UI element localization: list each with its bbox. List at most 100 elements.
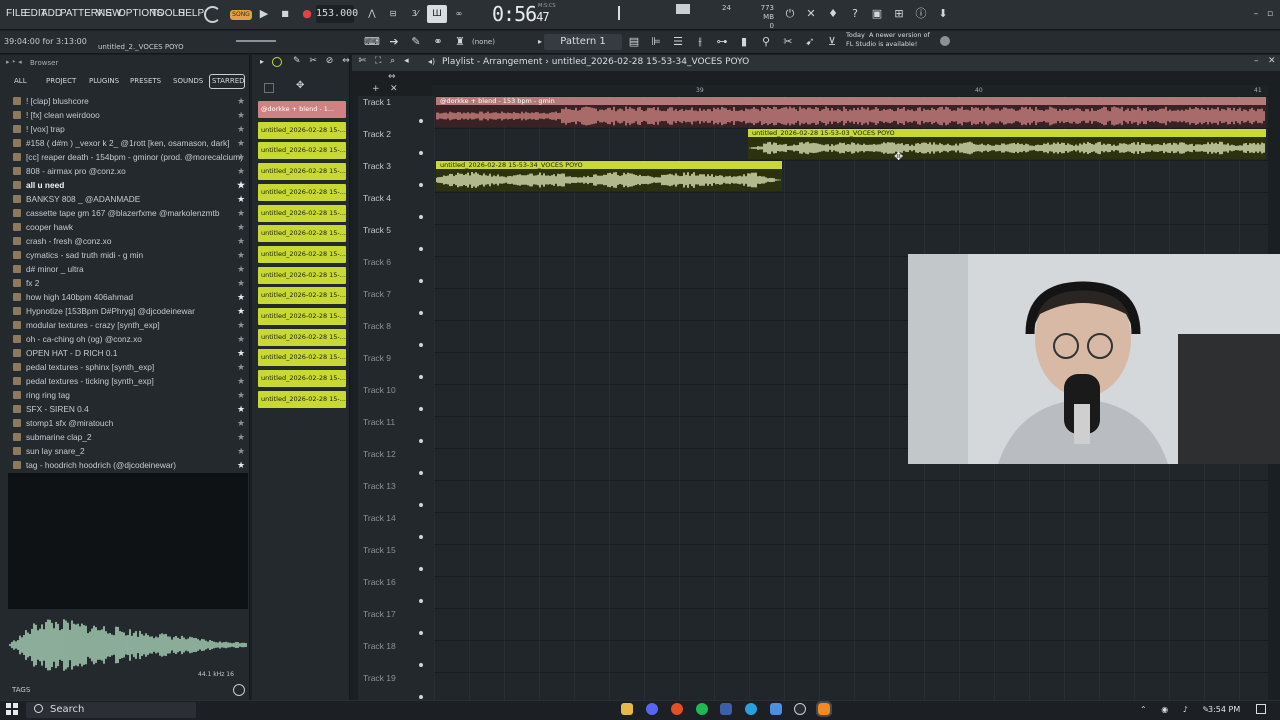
track-name[interactable]: Track 16 bbox=[363, 577, 396, 587]
track-mute-dot[interactable] bbox=[419, 183, 423, 187]
browser-item[interactable]: oh - ca-ching oh (og) @conz.xo ★ bbox=[0, 332, 250, 346]
track-mute-dot[interactable] bbox=[419, 695, 423, 699]
tab-plugins[interactable]: PLUGINS bbox=[89, 77, 119, 85]
master-volume-slider[interactable] bbox=[236, 40, 276, 42]
star-icon[interactable]: ★ bbox=[237, 444, 245, 458]
star-icon[interactable]: ★ bbox=[237, 108, 245, 122]
track-name[interactable]: Track 14 bbox=[363, 513, 396, 523]
star-icon[interactable]: ★ bbox=[237, 122, 245, 136]
picker-clip[interactable]: untitled_2026-02-28 15-... bbox=[258, 163, 346, 181]
tempo-display[interactable]: 153.000 bbox=[316, 5, 358, 23]
star-icon[interactable]: ★ bbox=[237, 388, 245, 402]
track-mute-dot[interactable] bbox=[419, 311, 423, 315]
browser-item[interactable]: all u need ★ bbox=[0, 178, 250, 192]
track-name[interactable]: Track 10 bbox=[363, 385, 396, 395]
link-icon[interactable]: ⚭ bbox=[428, 33, 448, 51]
browser-item[interactable]: tag - hoodrich hoodrich (@djcodeinewar) ★ bbox=[0, 458, 250, 472]
track-name[interactable]: Track 9 bbox=[363, 353, 391, 363]
track-mute-dot[interactable] bbox=[419, 343, 423, 347]
audio-clip-track1[interactable]: @dorkke + blend - 153 bpm - gmin bbox=[436, 97, 1266, 127]
playlist-play-icon[interactable]: ◂) bbox=[428, 57, 435, 66]
star-icon[interactable]: ★ bbox=[237, 220, 245, 234]
browser-item[interactable]: SFX - SIREN 0.4 ★ bbox=[0, 402, 250, 416]
plugin-picker-icon[interactable]: ⚲ bbox=[756, 33, 776, 51]
help-icon[interactable]: ? bbox=[845, 5, 865, 23]
track-mute-dot[interactable] bbox=[419, 567, 423, 571]
track-name[interactable]: Track 15 bbox=[363, 545, 396, 555]
picker-clip[interactable]: untitled_2026-02-28 15-... bbox=[258, 287, 346, 305]
record-button[interactable]: ● bbox=[297, 5, 317, 23]
track-mute-dot[interactable] bbox=[419, 247, 423, 251]
download-icon[interactable]: ⬇ bbox=[933, 5, 953, 23]
picker-clip[interactable]: untitled_2026-02-28 15-... bbox=[258, 225, 346, 243]
browser-item[interactable]: pedal textures - sphinx [synth_exp] ★ bbox=[0, 360, 250, 374]
browser-item[interactable]: ! [fx] clean weirdooo ★ bbox=[0, 108, 250, 122]
nudge-icon[interactable]: ➹ bbox=[800, 33, 820, 51]
browser-item[interactable]: [cc] reaper death - 154bpm - gminor (pro… bbox=[0, 150, 250, 164]
maximize-icon[interactable]: ▫ bbox=[1260, 5, 1280, 23]
playlist-close-icon[interactable]: ✕ bbox=[1268, 56, 1276, 66]
picker-clip[interactable]: untitled_2026-02-28 15-... bbox=[258, 349, 346, 367]
track-name[interactable]: Track 4 bbox=[363, 193, 391, 203]
playlist-minimize-icon[interactable]: – bbox=[1254, 56, 1259, 66]
browser-item[interactable]: sun lay snare_2 ★ bbox=[0, 444, 250, 458]
windows-start-icon[interactable] bbox=[6, 703, 18, 715]
tab-all[interactable]: ALL bbox=[14, 77, 27, 85]
star-icon[interactable]: ★ bbox=[237, 94, 245, 108]
star-icon[interactable]: ★ bbox=[237, 318, 245, 332]
audio-clip-track2[interactable]: untitled_2026-02-28 15-53-03_VOCES POYO bbox=[748, 129, 1266, 159]
playlist-tools[interactable]: ✎ ✂ ⊘ ⇔ ✄ ⛶ ⌕ ◂ bbox=[293, 56, 412, 66]
track-mute-dot[interactable] bbox=[419, 439, 423, 443]
plugin-icon[interactable]: ⊞ bbox=[889, 5, 909, 23]
star-icon[interactable]: ★ bbox=[237, 262, 245, 276]
tab-presets[interactable]: PRESETS bbox=[130, 77, 161, 85]
track-mute-dot[interactable] bbox=[419, 631, 423, 635]
step-edit-icon[interactable]: Ш bbox=[427, 5, 447, 23]
browser-item[interactable]: 808 - airmax pro @conz.xo ★ bbox=[0, 164, 250, 178]
star-icon[interactable]: ★ bbox=[237, 402, 245, 416]
track-mute-dot[interactable] bbox=[419, 599, 423, 603]
browser-item[interactable]: d# minor _ ultra ★ bbox=[0, 262, 250, 276]
star-icon[interactable]: ★ bbox=[237, 458, 245, 472]
browser-item[interactable]: stomp1 sfx @miratouch ★ bbox=[0, 416, 250, 430]
browser-item[interactable]: ! [vox] trap ★ bbox=[0, 122, 250, 136]
browser-item[interactable]: #158 ( d#m ) _vexor k 2_ @1rott [ken, os… bbox=[0, 136, 250, 150]
add-track-icon[interactable]: + bbox=[372, 84, 380, 94]
waveform-preview[interactable] bbox=[8, 610, 248, 680]
track-name[interactable]: Track 19 bbox=[363, 673, 396, 683]
spotify-icon[interactable] bbox=[696, 703, 708, 715]
track-name[interactable]: Track 3 bbox=[363, 161, 391, 171]
track-name[interactable]: Track 7 bbox=[363, 289, 391, 299]
file-explorer-icon[interactable] bbox=[621, 703, 633, 715]
track-mute-dot[interactable] bbox=[419, 215, 423, 219]
browser-nav-icon[interactable]: ▸ ‣ ◂ bbox=[6, 58, 22, 66]
star-icon[interactable]: ★ bbox=[237, 234, 245, 248]
browser-item[interactable]: Hypnotize [153Bpm D#Phryg] @djcodeinewar… bbox=[0, 304, 250, 318]
star-icon[interactable]: ★ bbox=[237, 164, 245, 178]
discord-icon[interactable] bbox=[646, 703, 658, 715]
wait-input-icon[interactable]: ⊟ bbox=[383, 5, 403, 23]
browser-item[interactable]: cassette tape gm 167 @blazerfxme @markol… bbox=[0, 206, 250, 220]
scroll-horiz-icon[interactable]: ⇔ bbox=[388, 72, 396, 82]
track-mute-dot[interactable] bbox=[419, 471, 423, 475]
menu-add[interactable]: ADD bbox=[41, 8, 62, 19]
star-icon[interactable]: ★ bbox=[237, 136, 245, 150]
browser-item[interactable]: how high 140bpm 406ahmad ★ bbox=[0, 290, 250, 304]
system-tray-icons[interactable]: ⌃ ◉ ♪ ✎ bbox=[1140, 705, 1215, 714]
track-name[interactable]: Track 2 bbox=[363, 129, 391, 139]
taskbar-clock[interactable]: 3:54 PM bbox=[1208, 705, 1240, 714]
microphone-icon[interactable]: ♦ bbox=[823, 5, 843, 23]
audio-clip-track3[interactable]: untitled_2026-02-28 15-53-34_VOCES POYO bbox=[436, 161, 782, 191]
track-name[interactable]: Track 13 bbox=[363, 481, 396, 491]
tab-project[interactable]: PROJECT bbox=[46, 77, 76, 85]
picker-clip[interactable]: untitled_2026-02-28 15-... bbox=[258, 308, 346, 325]
fl-studio-taskbar-icon[interactable] bbox=[816, 701, 832, 717]
pattern-selector[interactable]: Pattern 1 bbox=[544, 34, 622, 50]
browser-item[interactable]: BANKSY 808 _ @ADANMADE ★ bbox=[0, 192, 250, 206]
picker-clip[interactable]: untitled_2026-02-28 15-... bbox=[258, 183, 346, 201]
file-icon[interactable]: ▮ bbox=[734, 33, 754, 51]
info-icon[interactable]: ⓘ bbox=[911, 5, 931, 23]
star-icon[interactable]: ★ bbox=[237, 416, 245, 430]
picker-clip[interactable]: untitled_2026-02-28 15-... bbox=[258, 204, 346, 222]
mixer-icon[interactable]: ✕ bbox=[801, 5, 821, 23]
